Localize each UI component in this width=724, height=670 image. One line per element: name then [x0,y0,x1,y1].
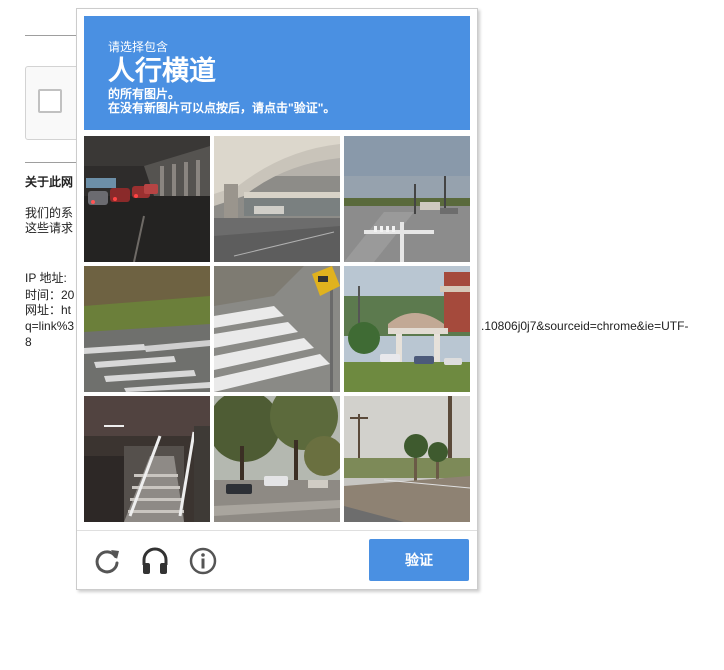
image-tile-5[interactable] [214,266,340,392]
headphones-icon[interactable] [139,545,171,577]
reload-icon[interactable] [91,545,123,577]
image-tile-9[interactable] [344,396,470,522]
target-object: 人行横道 [108,56,216,86]
url-label: 网址：ht [25,303,72,317]
image-tile-3[interactable] [344,136,470,262]
page: 关于此网 我们的系 这些请求 IP 地址: 时间：20 网址：ht q=link… [0,0,724,670]
instruction-note: 在没有新图片可以点按后，请点击"验证"。 [108,101,336,115]
url-end: 8 [25,335,32,349]
time-label: 时间：20 [25,288,75,302]
image-tile-1[interactable] [84,136,210,262]
image-challenge-dialog: 请选择包含 人行横道 的所有图片。 在没有新图片可以点按后，请点击"验证"。 验… [76,8,478,590]
image-tile-4[interactable] [84,266,210,392]
instruction-prefix: 请选择包含 [108,40,169,54]
challenge-header: 请选择包含 人行横道 的所有图片。 在没有新图片可以点按后，请点击"验证"。 [84,16,470,130]
instruction-suffix: 的所有图片。 [108,87,181,101]
image-tile-8[interactable] [214,396,340,522]
url-tail: .10806j0j7&sourceid=chrome&ie=UTF- [481,319,689,333]
explanation-line-2: 这些请求 [25,221,74,235]
info-icon[interactable] [187,545,219,577]
image-tile-7[interactable] [84,396,210,522]
explanation-line-1: 我们的系 [25,206,74,220]
image-grid [84,136,472,524]
verify-button[interactable]: 验证 [369,539,469,581]
footer-divider [77,530,477,531]
recaptcha-checkbox[interactable] [38,89,62,113]
image-tile-6[interactable] [344,266,470,392]
url-query: q=link%3 [25,319,75,333]
ip-address-label: IP 地址: [25,271,67,285]
about-heading: 关于此网 [25,175,74,189]
image-tile-2[interactable] [214,136,340,262]
